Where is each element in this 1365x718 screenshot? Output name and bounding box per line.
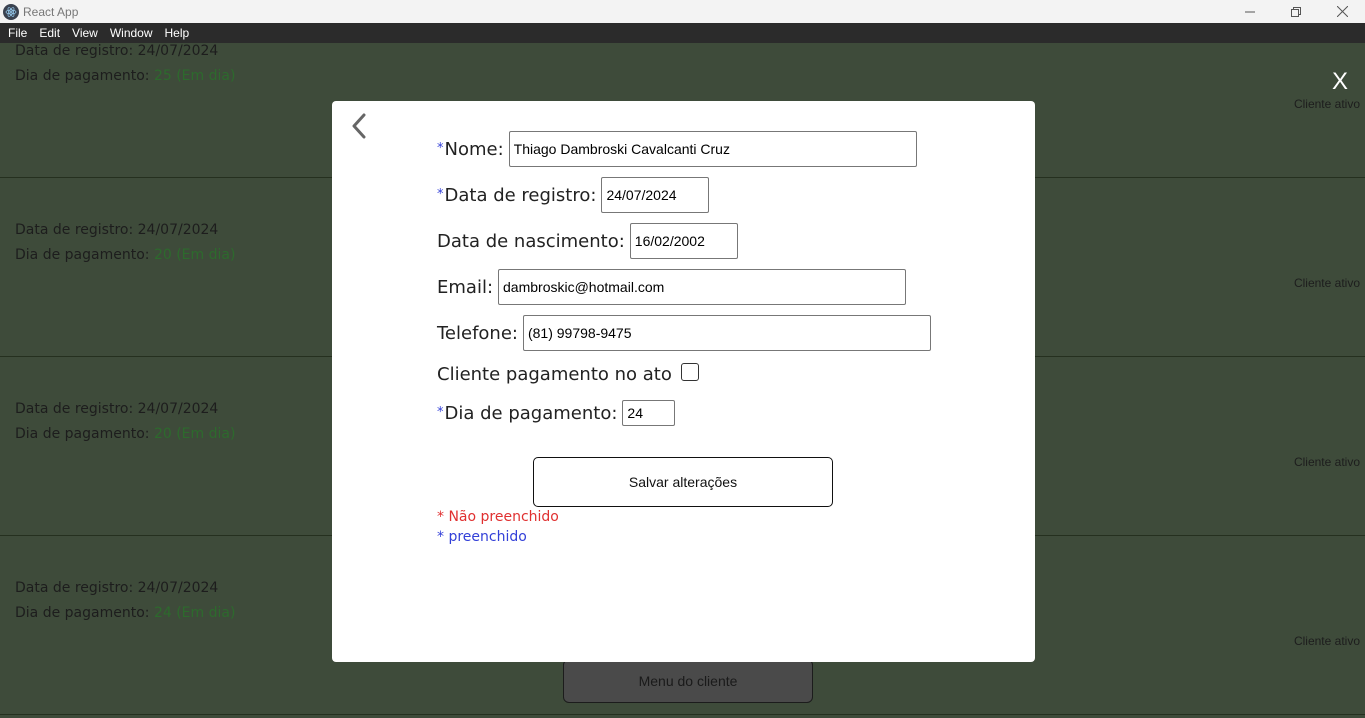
dia-pagamento-input[interactable]	[622, 400, 676, 426]
nome-input[interactable]	[508, 131, 917, 167]
window-title: React App	[23, 4, 79, 19]
registro-label: Data de registro:	[15, 401, 134, 417]
pagamento-value: 24 (Em dia)	[153, 605, 236, 621]
data-registro-row: * Data de registro:	[437, 177, 710, 213]
close-list-button[interactable]: X	[1332, 68, 1348, 96]
data-registro-label: Data de registro:	[444, 184, 597, 206]
telefone-input[interactable]	[522, 315, 931, 351]
menu-edit[interactable]: Edit	[33, 26, 66, 40]
save-button[interactable]: Salvar alterações	[533, 457, 833, 507]
dia-pagamento-label: Dia de pagamento:	[444, 402, 618, 424]
status-badge: Cliente ativo	[1293, 455, 1360, 469]
required-mark: *	[437, 404, 444, 420]
registro-label: Data de registro:	[15, 580, 134, 596]
legend-filled: * preenchido	[437, 529, 527, 545]
registro-line: Data de registro: 24/07/2024	[15, 43, 218, 59]
menu-file[interactable]: File	[2, 26, 33, 40]
registro-line: Data de registro: 24/07/2024	[15, 580, 218, 596]
registro-label: Data de registro:	[15, 43, 134, 59]
data-nascimento-input[interactable]	[629, 223, 738, 259]
required-mark: *	[437, 140, 444, 156]
close-icon[interactable]	[1319, 0, 1365, 23]
registro-line: Data de registro: 24/07/2024	[15, 401, 218, 417]
required-mark: *	[437, 186, 444, 202]
data-registro-input[interactable]	[601, 177, 710, 213]
pagamento-line: Dia de pagamento: 24 (Em dia)	[15, 605, 235, 621]
telefone-label: Telefone:	[437, 322, 518, 344]
pagamento-label: Dia de pagamento:	[15, 247, 150, 263]
status-badge: Cliente ativo	[1293, 97, 1360, 111]
edit-client-modal: * Nome: * Data de registro: Data de nasc…	[332, 101, 1035, 662]
email-input[interactable]	[498, 269, 907, 305]
restore-icon[interactable]	[1273, 0, 1319, 23]
pagamento-line: Dia de pagamento: 20 (Em dia)	[15, 247, 235, 263]
legend-not-filled: * Não preenchido	[437, 509, 559, 525]
pagamento-label: Dia de pagamento:	[15, 426, 150, 442]
email-label: Email:	[437, 276, 494, 298]
window-titlebar: React App	[0, 0, 1365, 23]
pagamento-label: Dia de pagamento:	[15, 68, 150, 84]
data-nascimento-label: Data de nascimento:	[437, 230, 625, 252]
menu-cliente-button[interactable]: Menu do cliente	[563, 659, 813, 703]
registro-value: 24/07/2024	[137, 222, 219, 238]
pagamento-value: 25 (Em dia)	[153, 68, 236, 84]
menu-view[interactable]: View	[66, 26, 104, 40]
window-controls	[1227, 0, 1365, 23]
dia-pagamento-row: * Dia de pagamento:	[437, 400, 676, 426]
pagamento-no-ato-label: Cliente pagamento no ato	[437, 364, 672, 385]
nome-label: Nome:	[444, 138, 504, 160]
menu-help[interactable]: Help	[159, 26, 196, 40]
status-badge: Cliente ativo	[1293, 276, 1360, 290]
pagamento-value: 20 (Em dia)	[153, 426, 236, 442]
registro-value: 24/07/2024	[137, 401, 219, 417]
registro-value: 24/07/2024	[137, 43, 219, 59]
pagamento-value: 20 (Em dia)	[153, 247, 236, 263]
pagamento-no-ato-row: Cliente pagamento no ato	[437, 362, 699, 385]
pagamento-line: Dia de pagamento: 20 (Em dia)	[15, 426, 235, 442]
menubar: File Edit View Window Help	[0, 23, 1365, 43]
pagamento-no-ato-checkbox[interactable]	[680, 362, 699, 381]
data-nascimento-row: Data de nascimento:	[437, 223, 738, 259]
registro-line: Data de registro: 24/07/2024	[15, 222, 218, 238]
minimize-icon[interactable]	[1227, 0, 1273, 23]
registro-label: Data de registro:	[15, 222, 134, 238]
telefone-row: Telefone:	[437, 315, 931, 351]
menu-window[interactable]: Window	[104, 26, 159, 40]
chevron-left-icon[interactable]	[346, 111, 372, 141]
status-badge: Cliente ativo	[1293, 634, 1360, 648]
registro-value: 24/07/2024	[137, 580, 219, 596]
react-logo-icon	[3, 3, 19, 20]
pagamento-line: Dia de pagamento: 25 (Em dia)	[15, 68, 235, 84]
nome-row: * Nome:	[437, 131, 917, 167]
email-row: Email:	[437, 269, 907, 305]
pagamento-label: Dia de pagamento:	[15, 605, 150, 621]
